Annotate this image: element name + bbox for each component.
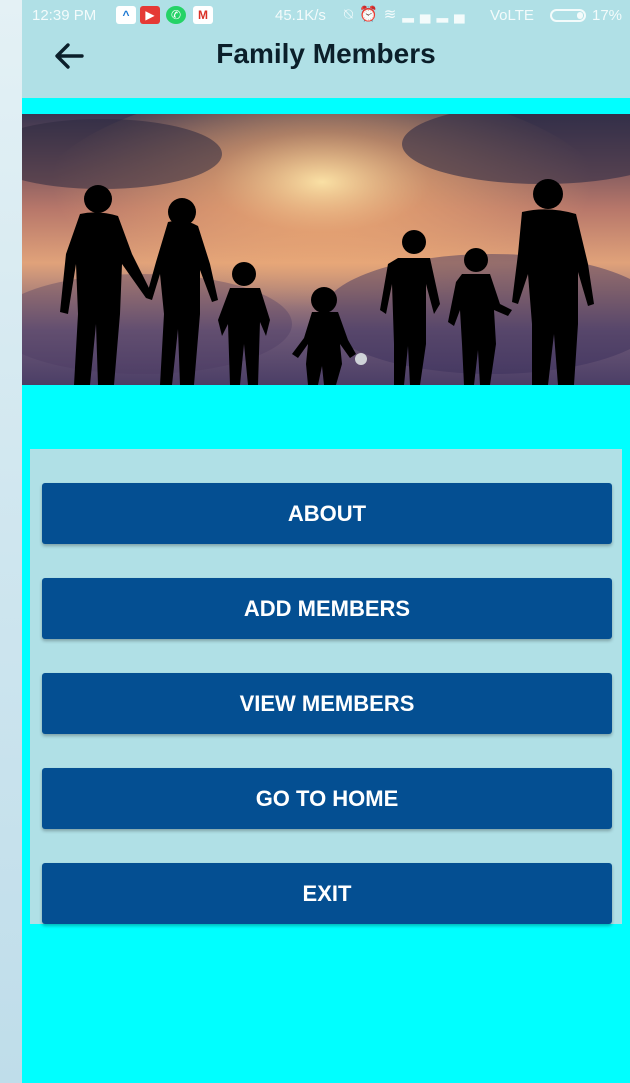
about-button[interactable]: ABOUT xyxy=(42,483,612,544)
battery-icon xyxy=(550,9,586,22)
video-notification-icon: ▶ xyxy=(140,6,160,24)
app-bar: Family Members xyxy=(22,30,630,98)
app-screen: 12:39 PM ^ ▶ ✆ M 45.1K/s ⍉⏰≋▂▄▂▄ VoLTE 1… xyxy=(22,0,630,1083)
arrow-up-notification-icon: ^ xyxy=(116,6,136,24)
menu-card: ABOUT ADD MEMBERS VIEW MEMBERS GO TO HOM… xyxy=(30,449,622,924)
signal-icon: ▂▄ xyxy=(436,6,471,23)
whatsapp-notification-icon: ✆ xyxy=(166,6,186,24)
page-title: Family Members xyxy=(216,38,436,69)
gmail-notification-icon: M xyxy=(193,6,213,24)
alarm-icon: ⏰ xyxy=(359,6,384,23)
network-speed: 45.1K/s xyxy=(275,7,326,24)
signal-icon: ▂▄ xyxy=(402,6,437,23)
go-to-home-button[interactable]: GO TO HOME xyxy=(42,768,612,829)
network-type: VoLTE xyxy=(490,7,534,24)
screenshot-margin xyxy=(0,0,22,1083)
battery-percent: 17% xyxy=(592,7,623,24)
carousel-indicator-dot[interactable] xyxy=(355,353,367,365)
exit-button[interactable]: EXIT xyxy=(42,863,612,924)
view-members-button[interactable]: VIEW MEMBERS xyxy=(42,673,612,734)
status-bar: 12:39 PM ^ ▶ ✆ M 45.1K/s ⍉⏰≋▂▄▂▄ VoLTE 1… xyxy=(22,0,630,30)
add-members-button[interactable]: ADD MEMBERS xyxy=(42,578,612,639)
accent-strip xyxy=(22,98,630,114)
family-silhouette-image xyxy=(22,114,630,385)
banner-carousel[interactable] xyxy=(22,114,630,385)
wifi-icon: ≋ xyxy=(383,6,403,23)
system-status-icons: ⍉⏰≋▂▄▂▄ xyxy=(344,5,471,23)
status-time: 12:39 PM xyxy=(32,7,97,24)
mute-icon: ⍉ xyxy=(344,6,360,23)
